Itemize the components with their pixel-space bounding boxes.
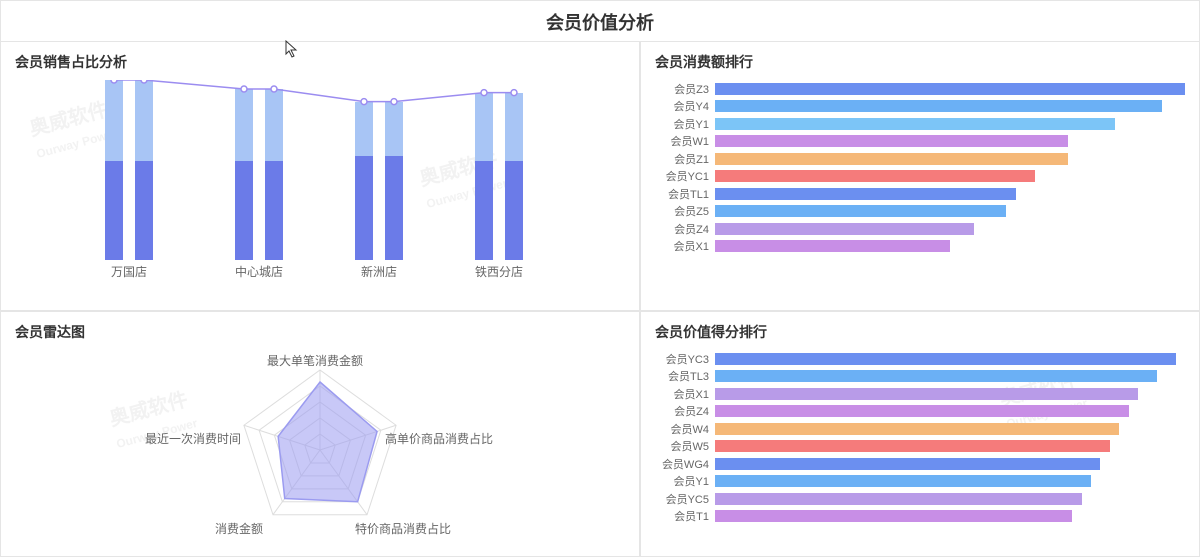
hbar-label: 会员WG4 xyxy=(655,456,715,472)
panel-title: 会员消费额排行 xyxy=(655,52,1185,72)
panel-title: 会员价值得分排行 xyxy=(655,322,1185,342)
radar-axis-label: 消费金额 xyxy=(215,520,263,537)
radar-axis-label: 特价商品消费占比 xyxy=(355,520,451,537)
hbar-row[interactable]: 会员Z1 xyxy=(655,150,1185,168)
hbar-label: 会员Y1 xyxy=(655,116,715,132)
hbar-label: 会员Y1 xyxy=(655,473,715,489)
panel-title: 会员销售占比分析 xyxy=(15,52,625,72)
hbar-label: 会员YC1 xyxy=(655,168,715,184)
hbar-row[interactable]: 会员Z4 xyxy=(655,403,1185,421)
hbar-label: 会员YC5 xyxy=(655,491,715,507)
bar[interactable] xyxy=(235,89,253,260)
hbar-label: 会员TL1 xyxy=(655,186,715,202)
bar[interactable] xyxy=(105,80,123,260)
hbar-label: 会员Y4 xyxy=(655,98,715,114)
hbar-row[interactable]: 会员YC3 xyxy=(655,350,1185,368)
hbar-label: 会员W1 xyxy=(655,133,715,149)
hbar-chart[interactable]: 会员YC3会员TL3 会员X1会员Z4 会员W4会员W5 会员WG4会员Y1 会员YC5… xyxy=(655,350,1185,525)
panel-value-rank: 奥威软件Ourway Power 会员价值得分排行 会员YC3会员TL3会员X1… xyxy=(640,311,1200,557)
hbar-row[interactable]: 会员X1 xyxy=(655,238,1185,256)
x-axis-label: 万国店 xyxy=(111,263,147,280)
bar-chart[interactable]: 万国店 中心城店 新洲店 铁西分店 xyxy=(15,80,625,290)
chart-grid: 奥威软件Ourway Power 奥威软件Ourway Power 会员销售占比… xyxy=(0,41,1200,558)
hbar-row[interactable]: 会员Y1 xyxy=(655,115,1185,133)
radar-axis-label: 高单价商品消费占比 xyxy=(385,430,493,447)
hbar-label: 会员YC3 xyxy=(655,351,715,367)
hbar-label: 会员W5 xyxy=(655,438,715,454)
x-axis-label: 铁西分店 xyxy=(475,263,523,280)
hbar-label: 会员T1 xyxy=(655,508,715,524)
hbar-row[interactable]: 会员Z3 xyxy=(655,80,1185,98)
hbar-row[interactable]: 会员W5 xyxy=(655,438,1185,456)
hbar-label: 会员Z4 xyxy=(655,403,715,419)
hbar-row[interactable]: 会员Z5 xyxy=(655,203,1185,221)
panel-radar: 奥威软件Ourway Power 会员雷达图 最大单笔消费金额高单价商品消费占比… xyxy=(0,311,640,557)
radar-axis-label: 最近一次消费时间 xyxy=(145,430,241,447)
hbar-row[interactable]: 会员TL1 xyxy=(655,185,1185,203)
hbar-row[interactable]: 会员TL3 xyxy=(655,368,1185,386)
hbar-label: 会员X1 xyxy=(655,238,715,254)
bar[interactable] xyxy=(475,93,493,260)
hbar-label: 会员Z5 xyxy=(655,203,715,219)
hbar-label: 会员Z1 xyxy=(655,151,715,167)
radar-chart[interactable]: 最大单笔消费金额高单价商品消费占比特价商品消费占比 消费金额 最近一次消费时间 xyxy=(15,350,625,550)
hbar-label: 会员X1 xyxy=(655,386,715,402)
bar[interactable] xyxy=(135,80,153,260)
hbar-row[interactable]: 会员YC1 xyxy=(655,168,1185,186)
dashboard: 会员价值分析 奥威软件Ourway Power 奥威软件Ourway Power… xyxy=(0,0,1200,558)
hbar-row[interactable]: 会员YC5 xyxy=(655,490,1185,508)
x-axis-label: 新洲店 xyxy=(361,263,397,280)
hbar-row[interactable]: 会员Y4 xyxy=(655,98,1185,116)
hbar-row[interactable]: 会员W4 xyxy=(655,420,1185,438)
bar[interactable] xyxy=(355,102,373,260)
bar[interactable] xyxy=(385,102,403,260)
panel-title: 会员雷达图 xyxy=(15,322,625,342)
x-axis-label: 中心城店 xyxy=(235,263,283,280)
radar-axis-label: 最大单笔消费金额 xyxy=(267,352,363,369)
bar[interactable] xyxy=(265,89,283,260)
bar[interactable] xyxy=(505,93,523,260)
hbar-label: 会员TL3 xyxy=(655,368,715,384)
hbar-label: 会员Z4 xyxy=(655,221,715,237)
panel-consumption-rank: 会员消费额排行 会员Z3会员Y4会员Y1会员W1会员Z1会员YC1会员TL1会员… xyxy=(640,41,1200,311)
hbar-chart[interactable]: 会员Z3会员Y4 会员Y1会员W1 会员Z1会员YC1 会员TL1会员Z5 会员Z4会员… xyxy=(655,80,1185,255)
panel-sales-ratio: 奥威软件Ourway Power 奥威软件Ourway Power 会员销售占比… xyxy=(0,41,640,311)
hbar-row[interactable]: 会员Z4 xyxy=(655,220,1185,238)
page-title: 会员价值分析 xyxy=(0,0,1200,41)
hbar-label: 会员Z3 xyxy=(655,81,715,97)
hbar-label: 会员W4 xyxy=(655,421,715,437)
hbar-row[interactable]: 会员Y1 xyxy=(655,473,1185,491)
hbar-row[interactable]: 会员X1 xyxy=(655,385,1185,403)
hbar-row[interactable]: 会员W1 xyxy=(655,133,1185,151)
hbar-row[interactable]: 会员WG4 xyxy=(655,455,1185,473)
hbar-row[interactable]: 会员T1 xyxy=(655,508,1185,526)
